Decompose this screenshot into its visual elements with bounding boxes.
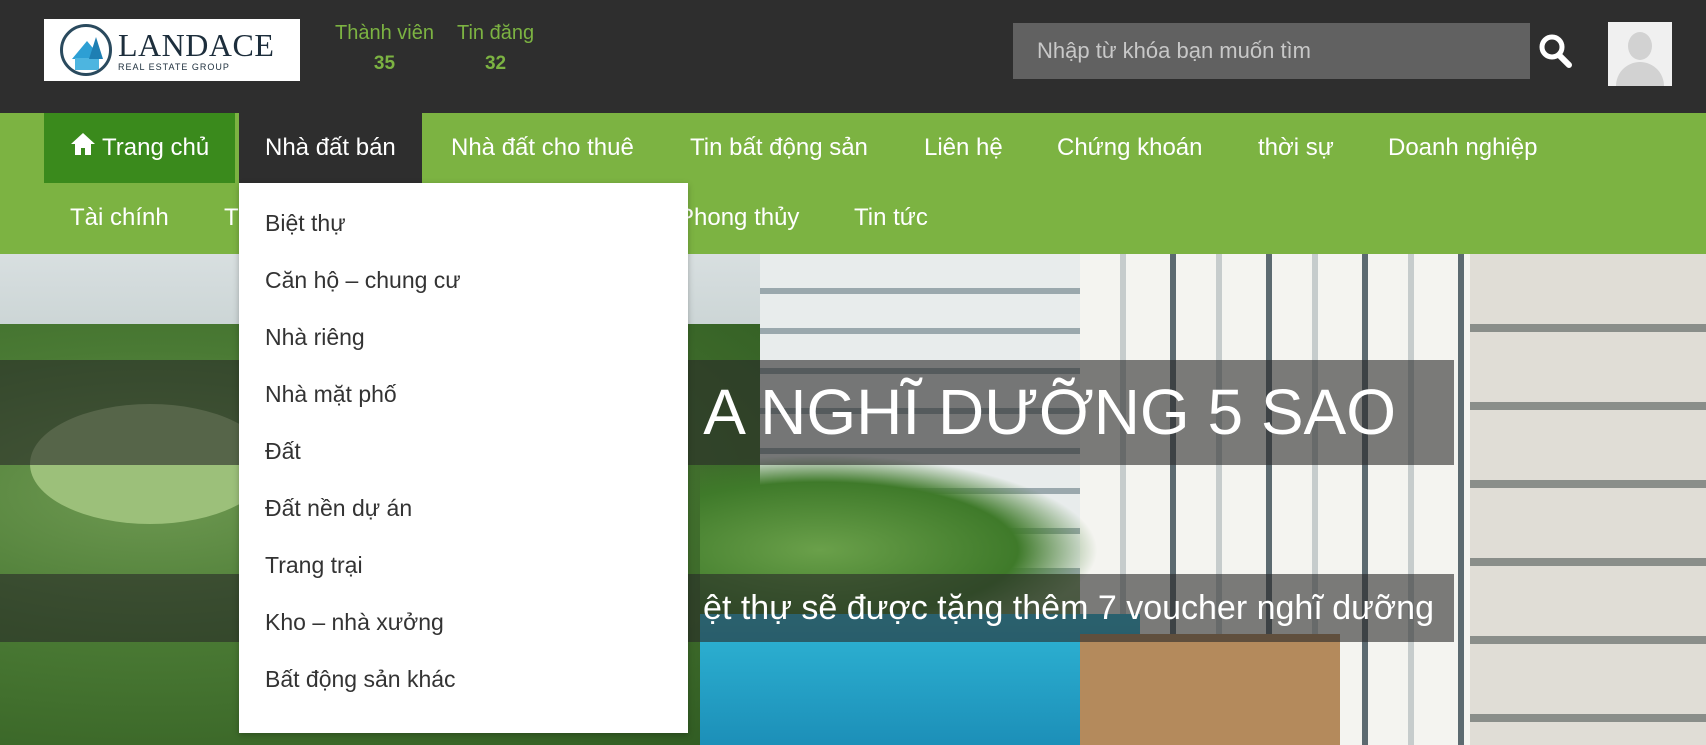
nav-label-current-affairs: thời sự (1258, 134, 1334, 161)
nav-label-news: Tin tức (854, 204, 928, 231)
nav-label-business: Doanh nghiệp (1388, 134, 1538, 161)
site-logo[interactable]: LANDACE REAL ESTATE GROUP (44, 19, 300, 81)
posts-count: 32 (484, 53, 507, 74)
nav-label-contact: Liên hệ (924, 134, 1003, 161)
nav-label-finance: Tài chính (70, 204, 169, 231)
menu-item-warehouse[interactable]: Kho – nhà xưởng (239, 594, 688, 651)
nav-item-finance[interactable]: Tài chính (44, 183, 195, 253)
nav-item-contact[interactable]: Liên hệ (898, 113, 1029, 183)
nav-label-home: Trang chủ (102, 134, 210, 161)
nav-item-stocks[interactable]: Chứng khoán (1031, 113, 1229, 183)
nav-label-partial: T (224, 204, 239, 231)
nav-label-rent: Nhà đất cho thuê (451, 134, 634, 161)
home-icon (70, 114, 96, 155)
nav-item-current-affairs[interactable]: thời sự (1232, 113, 1360, 183)
menu-item-land[interactable]: Đất (239, 423, 688, 480)
nav-item-rent[interactable]: Nhà đất cho thuê (425, 113, 660, 183)
nav-label-feng-shui: Phong thủy (678, 204, 800, 231)
members-count: 35 (373, 53, 396, 74)
nav-item-news[interactable]: Tin tức (828, 183, 954, 253)
search-button[interactable] (1536, 30, 1576, 72)
menu-item-farm[interactable]: Trang trại (239, 537, 688, 594)
search-icon (1539, 34, 1572, 68)
user-avatar-icon (1628, 32, 1652, 60)
nav-item-home[interactable]: Trang chủ (44, 113, 236, 183)
logo-name: LANDACE (118, 26, 275, 63)
nav-label-sale: Nhà đất bán (265, 134, 396, 161)
nav-item-real-estate-news[interactable]: Tin bất động sản (664, 113, 894, 183)
posts-label: Tin đăng (457, 22, 535, 44)
nav-item-business[interactable]: Doanh nghiệp (1362, 113, 1563, 183)
nav-item-sale[interactable]: Nhà đất bán (239, 113, 422, 183)
menu-item-other[interactable]: Bất động sản khác (239, 651, 688, 708)
menu-item-villa[interactable]: Biệt thự (239, 195, 688, 252)
menu-item-project-land[interactable]: Đất nền dự án (239, 480, 688, 537)
nav-label-stocks: Chứng khoán (1057, 134, 1203, 161)
logo-emblem-icon (60, 24, 112, 76)
search-input[interactable] (1013, 23, 1530, 79)
user-avatar[interactable] (1608, 22, 1672, 86)
logo-tagline: REAL ESTATE GROUP (118, 61, 230, 72)
sale-dropdown-menu: Biệt thự Căn hộ – chung cư Nhà riêng Nhà… (239, 183, 688, 733)
menu-item-street-house[interactable]: Nhà mặt phố (239, 366, 688, 423)
menu-item-private-house[interactable]: Nhà riêng (239, 309, 688, 366)
nav-label-real-estate-news: Tin bất động sản (690, 134, 868, 161)
members-stat: Thành viên 35 (335, 22, 434, 75)
top-header: LANDACE REAL ESTATE GROUP Thành viên 35 … (0, 0, 1706, 113)
menu-item-apartment[interactable]: Căn hộ – chung cư (239, 252, 688, 309)
posts-stat: Tin đăng 32 (457, 22, 534, 75)
members-label: Thành viên (335, 22, 434, 44)
